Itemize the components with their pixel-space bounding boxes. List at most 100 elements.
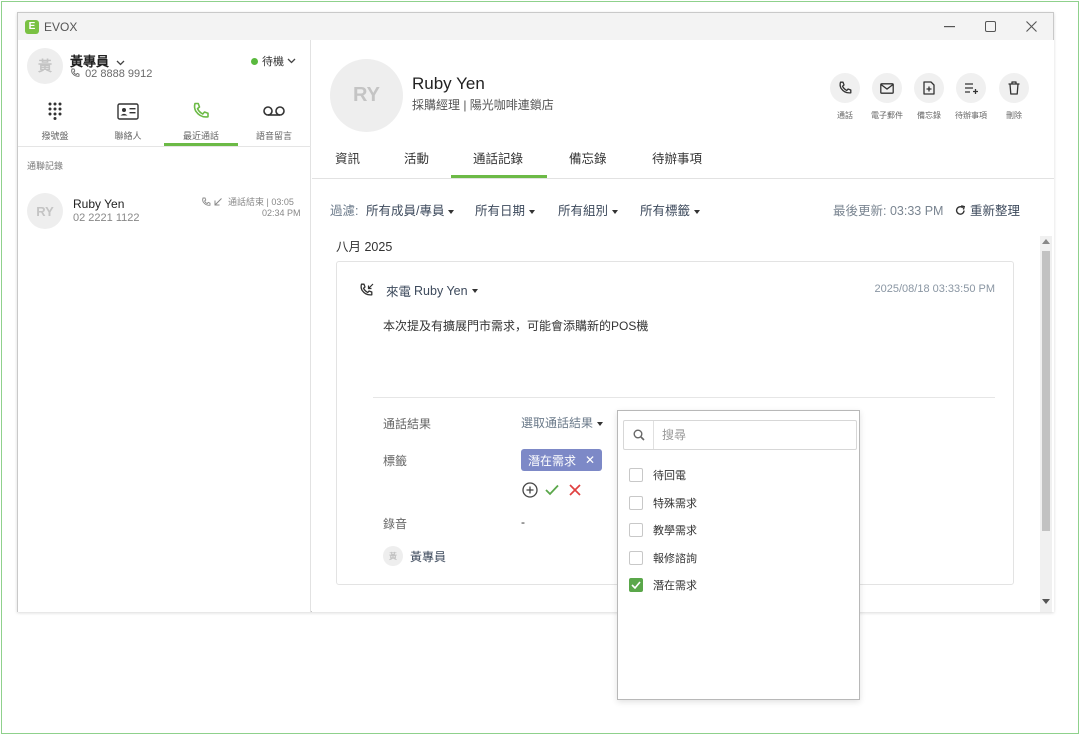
minimize-button[interactable]: [929, 13, 969, 40]
app-window: E EVOX 黃 黃專員 02 8888 9912 待機 撥號盤 聯絡人 最近通…: [17, 12, 1054, 612]
tab-activity[interactable]: 活動: [404, 148, 429, 178]
mail-icon: [880, 82, 894, 94]
caret-down-icon: [448, 209, 455, 214]
todo-add-icon: [964, 83, 978, 94]
nav-label: 語音留言: [255, 131, 292, 141]
tag-option-label: 教學需求: [653, 525, 697, 537]
checkbox[interactable]: [629, 551, 643, 565]
todo-button[interactable]: 待辦事項: [951, 73, 991, 121]
action-label: 刪除: [1006, 111, 1022, 120]
tag-search-input[interactable]: [662, 428, 842, 442]
month-heading: 八月 2025: [336, 240, 393, 254]
divider: [373, 397, 995, 398]
checkbox[interactable]: [629, 496, 643, 510]
incoming-arrow-icon: [214, 197, 222, 205]
record-meta: 通話結束 | 03:05: [201, 195, 294, 208]
memo-button[interactable]: 備忘錄: [909, 73, 949, 121]
incoming-call-icon: [360, 283, 374, 296]
caller-name: Ruby Yen: [414, 283, 468, 298]
call-direction: 來電: [386, 285, 412, 299]
filter-tags-label: 所有標籤: [640, 204, 691, 218]
tab-call-log[interactable]: 通話記錄: [473, 148, 523, 178]
close-icon: [569, 484, 581, 496]
maximize-button[interactable]: [970, 13, 1010, 40]
status-selector[interactable]: 待機: [251, 53, 296, 69]
tab-info[interactable]: 資訊: [335, 148, 360, 178]
app-logo-icon: E: [25, 19, 39, 34]
scroll-down-arrow-icon[interactable]: [1042, 599, 1050, 604]
action-label: 備忘錄: [917, 111, 941, 120]
tag-option[interactable]: 教學需求: [629, 520, 697, 540]
call-header[interactable]: 來電 Ruby Yen: [359, 281, 478, 300]
tag-option-label: 待回電: [653, 470, 686, 482]
tags-label: 標籤: [383, 454, 408, 468]
confirm-tags-button[interactable]: [543, 481, 561, 499]
call-note[interactable]: 本次提及有擴展門市需求，可能會添購新的POS機: [383, 317, 648, 334]
email-button[interactable]: 電子郵件: [867, 73, 907, 121]
record-phone: 02 2221 1122: [73, 212, 140, 224]
tag-option[interactable]: 潛在需求: [629, 575, 697, 595]
action-label: 待辦事項: [955, 111, 987, 120]
filter-members-dropdown[interactable]: 所有成員/專員: [366, 200, 455, 219]
refresh-icon: [955, 205, 966, 215]
action-label: 通話: [837, 111, 853, 120]
title-bar: E EVOX: [18, 13, 1053, 40]
filter-dates-dropdown[interactable]: 所有日期: [475, 200, 536, 219]
check-icon: [631, 581, 641, 589]
tag-option-label: 報修諮詢: [653, 553, 697, 565]
close-window-button[interactable]: [1011, 13, 1051, 40]
call-button[interactable]: 通話: [825, 73, 865, 121]
contact-avatar: RY: [330, 59, 403, 132]
tag-chip-label: 潛在需求: [528, 453, 577, 468]
tag-option-label: 特殊需求: [653, 498, 697, 510]
delete-button[interactable]: 刪除: [994, 73, 1034, 121]
status-dot: [251, 57, 258, 65]
tab-memo[interactable]: 備忘錄: [569, 148, 607, 178]
nav-dialpad[interactable]: 撥號盤: [19, 100, 91, 148]
scroll-thumb[interactable]: [1042, 251, 1050, 531]
tag-option[interactable]: 報修諮詢: [629, 548, 697, 568]
filter-label: 過濾:: [330, 204, 359, 218]
add-tag-button[interactable]: [521, 481, 539, 499]
tag-option[interactable]: 特殊需求: [629, 493, 697, 513]
contact-name: Ruby Yen: [412, 74, 485, 93]
search-icon: [633, 429, 645, 441]
screen-frame: E EVOX 黃 黃專員 02 8888 9912 待機 撥號盤 聯絡人 最近通…: [1, 1, 1079, 734]
phone-icon: [193, 102, 209, 118]
refresh-label: 重新整理: [970, 204, 1021, 218]
section-title: 通聯記錄: [27, 161, 64, 171]
filter-tags-dropdown[interactable]: 所有標籤: [640, 200, 701, 219]
caret-down-icon: [612, 209, 619, 214]
checkbox[interactable]: [629, 523, 643, 537]
tab-todo[interactable]: 待辦事項: [652, 148, 702, 178]
scroll-up-arrow-icon[interactable]: [1042, 239, 1050, 244]
remove-tag-icon[interactable]: ✕: [585, 453, 595, 467]
phone-icon: [839, 81, 852, 94]
checkbox[interactable]: [629, 468, 643, 482]
scrollbar[interactable]: [1040, 236, 1052, 612]
cancel-tags-button[interactable]: [566, 481, 584, 499]
caret-down-icon: [471, 288, 478, 293]
dialpad-icon: [48, 102, 62, 120]
trash-icon: [1008, 81, 1020, 95]
nav-voicemail[interactable]: 語音留言: [238, 100, 310, 148]
memo-add-icon: [923, 81, 935, 95]
agent-avatar[interactable]: 黃: [27, 48, 63, 84]
avatar: RY: [27, 193, 63, 229]
tag-option[interactable]: 待回電: [629, 465, 686, 485]
status-label: 待機: [262, 56, 284, 68]
checkbox-checked[interactable]: [629, 578, 643, 592]
call-result-select[interactable]: 選取通話結果: [521, 414, 604, 431]
nav-contacts[interactable]: 聯絡人: [92, 100, 164, 148]
call-result-placeholder: 選取通話結果: [521, 416, 594, 430]
filter-groups-label: 所有組別: [558, 204, 609, 218]
filter-dates-label: 所有日期: [475, 204, 526, 218]
plus-circle-icon: [522, 482, 538, 498]
filter-groups-dropdown[interactable]: 所有組別: [558, 200, 619, 219]
app-title: EVOX: [44, 19, 78, 34]
maximize-icon: [984, 21, 996, 32]
tag-dropdown: 待回電 特殊需求 教學需求 報修諮詢 潛在需求: [617, 410, 860, 700]
nav-recent-calls[interactable]: 最近通話: [165, 100, 237, 148]
caret-down-icon: [529, 209, 536, 214]
refresh-button[interactable]: 重新整理: [955, 200, 1020, 219]
